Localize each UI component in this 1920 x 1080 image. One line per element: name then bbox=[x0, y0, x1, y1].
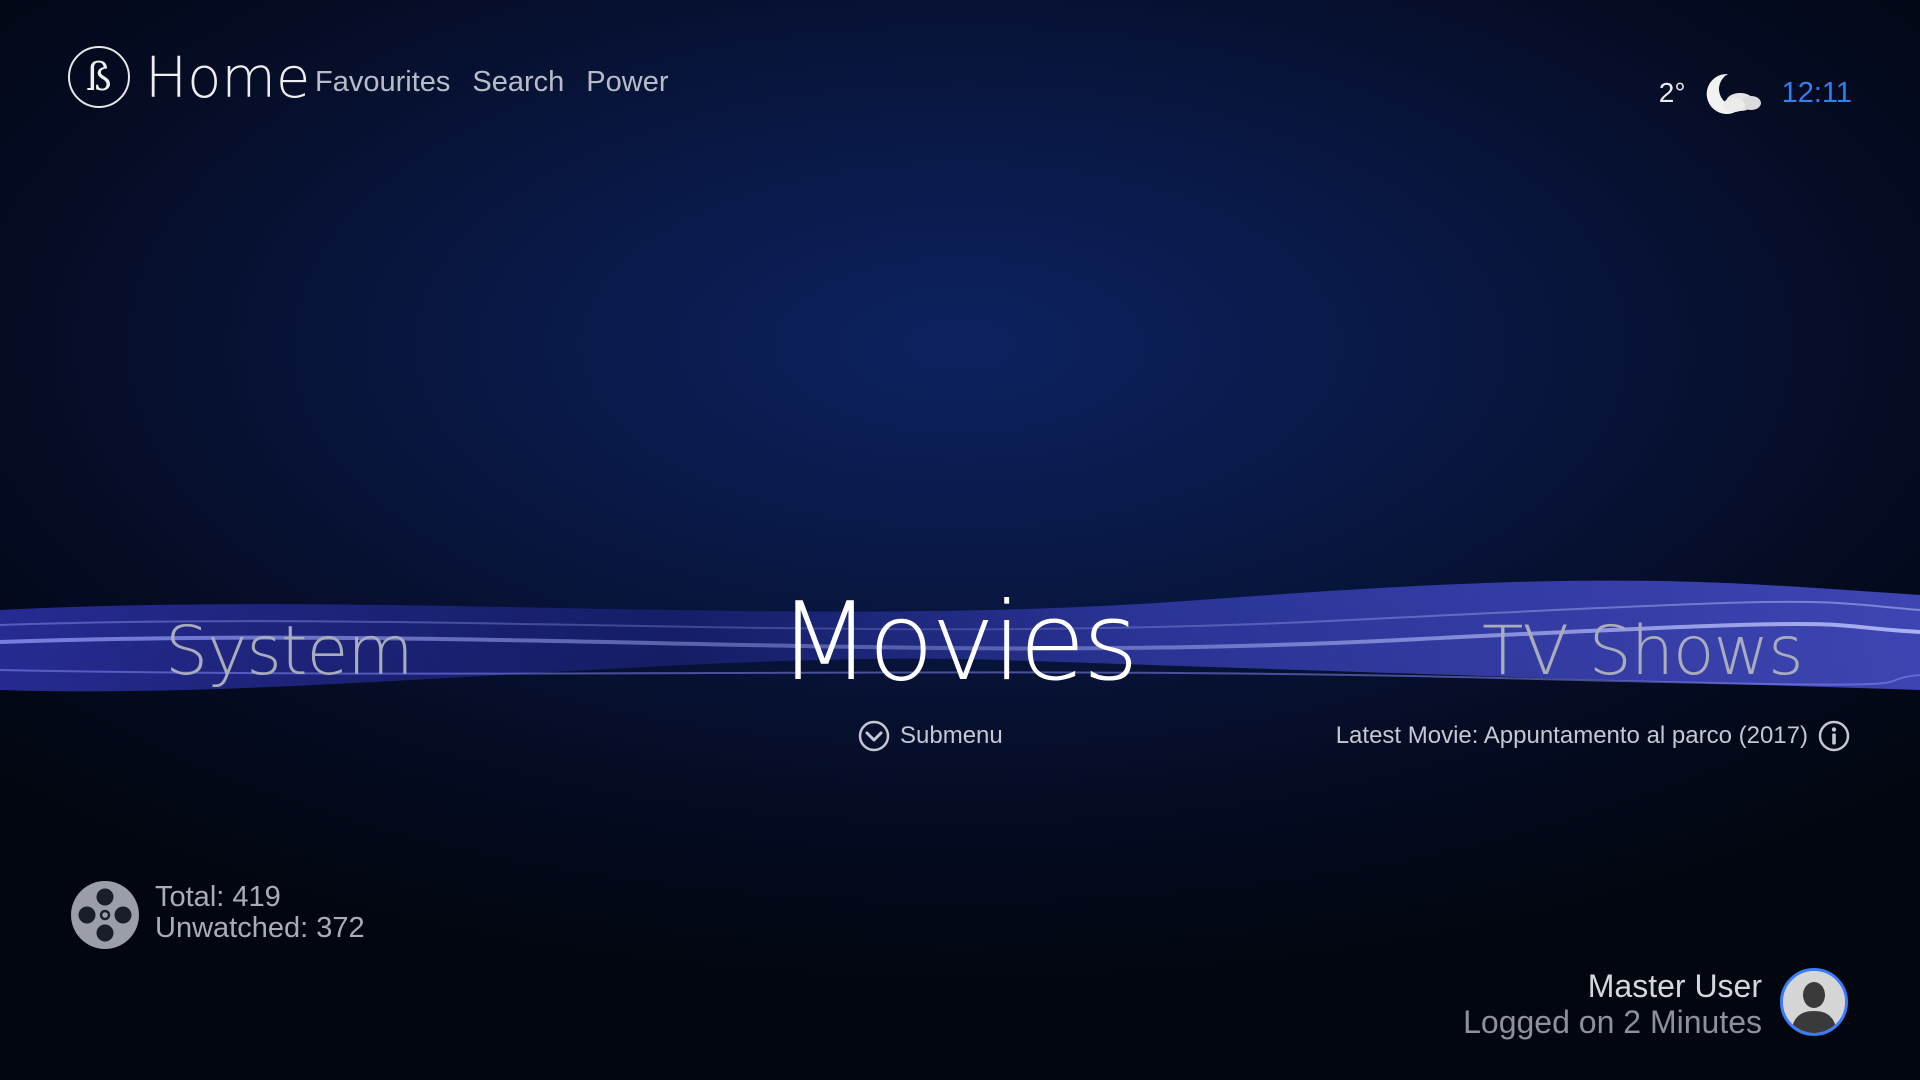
submenu-button[interactable]: Submenu bbox=[858, 720, 1003, 752]
movie-stats: Total: 419 Unwatched: 372 bbox=[155, 882, 365, 944]
temperature: 2° bbox=[1658, 77, 1686, 108]
top-nav: Favourites Search Power bbox=[315, 66, 668, 99]
user-avatar-icon bbox=[1783, 971, 1845, 1033]
logo-glyph: ß bbox=[86, 55, 112, 99]
menu-item-movies[interactable]: Movies bbox=[778, 580, 1139, 705]
nav-search[interactable]: Search bbox=[472, 66, 564, 99]
stats-total: Total: 419 bbox=[155, 881, 281, 913]
submenu-label: Submenu bbox=[900, 722, 1003, 749]
user-info: Master User Logged on 2 Minutes bbox=[1463, 968, 1762, 1040]
user-avatar[interactable] bbox=[1780, 968, 1848, 1036]
user-status: Logged on 2 Minutes bbox=[1463, 1004, 1762, 1040]
page-title: Home bbox=[145, 46, 311, 111]
weather-clock: 2° 12:11 bbox=[1659, 70, 1852, 116]
film-reel-icon bbox=[71, 881, 139, 949]
latest-movie-text: Latest Movie: Appuntamento al parco (201… bbox=[1335, 722, 1808, 749]
menu-item-system[interactable]: System bbox=[165, 612, 414, 691]
latest-movie[interactable]: Latest Movie: Appuntamento al parco (201… bbox=[1336, 720, 1850, 752]
clock-time: 12:11 bbox=[1781, 76, 1852, 109]
skin-logo[interactable]: ß bbox=[68, 46, 130, 108]
nav-favourites[interactable]: Favourites bbox=[315, 66, 450, 99]
moon-cloud-icon bbox=[1706, 73, 1761, 114]
menu-item-tv-shows[interactable]: TV Shows bbox=[1482, 612, 1804, 691]
stats-unwatched: Unwatched: 372 bbox=[155, 912, 365, 944]
chevron-down-circle-icon bbox=[858, 720, 890, 752]
nav-power[interactable]: Power bbox=[586, 66, 668, 99]
user-name: Master User bbox=[1587, 968, 1762, 1004]
info-icon bbox=[1818, 720, 1850, 752]
